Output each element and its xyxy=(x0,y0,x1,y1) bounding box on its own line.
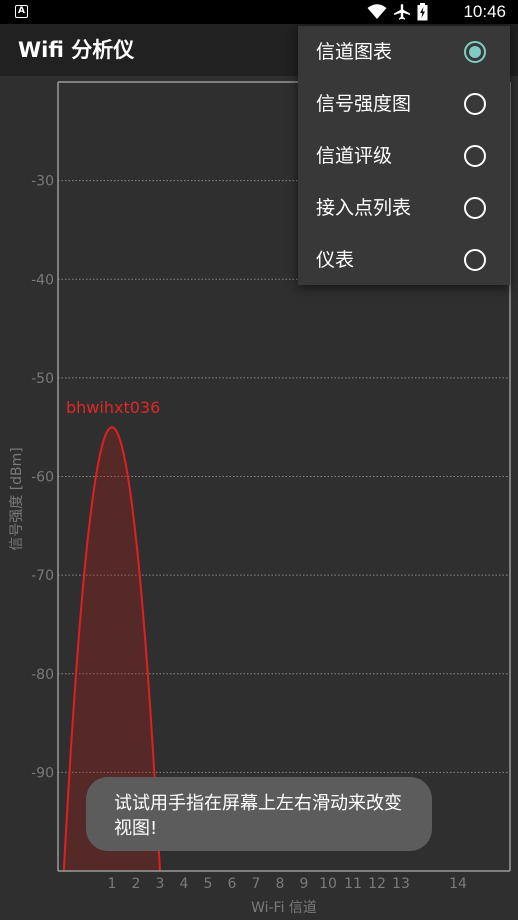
x-tick-label: 6 xyxy=(228,876,237,892)
status-icons xyxy=(367,3,428,21)
y-tick-label: -90 xyxy=(31,765,54,781)
y-tick-label: -70 xyxy=(31,568,54,584)
menu-item-label: 信道评级 xyxy=(316,145,393,167)
menu-item-signal-strength[interactable]: 信号强度图 xyxy=(298,78,510,130)
y-tick-label: -50 xyxy=(31,371,54,387)
x-tick-label: 7 xyxy=(252,876,261,892)
y-axis-label: 信号强度 [dBm] xyxy=(9,447,25,551)
y-axis-ticks: -30 -40 -50 -60 -70 -80 -90 xyxy=(31,174,54,782)
battery-icon xyxy=(417,3,428,21)
airplane-icon xyxy=(394,4,410,20)
x-tick-label: 2 xyxy=(132,876,141,892)
x-tick-label: 3 xyxy=(156,876,165,892)
menu-item-label: 仪表 xyxy=(316,249,355,271)
menu-item-label: 信号强度图 xyxy=(316,93,412,115)
y-tick-label: -30 xyxy=(31,174,54,190)
app-title: Wifi 分析仪 xyxy=(18,38,135,62)
radio-button-icon[interactable] xyxy=(464,41,486,63)
status-time: 10:46 xyxy=(463,2,506,21)
menu-item-channel-rating[interactable]: 信道评级 xyxy=(298,130,510,182)
wifi-icon xyxy=(367,4,387,19)
x-tick-label: 12 xyxy=(368,876,386,892)
menu-item-label: 接入点列表 xyxy=(316,197,412,219)
y-tick-label: -40 xyxy=(31,272,54,288)
x-tick-label: 13 xyxy=(392,876,410,892)
x-tick-label: 14 xyxy=(449,876,467,892)
x-tick-label: 4 xyxy=(180,876,189,892)
radio-button-icon[interactable] xyxy=(464,249,486,271)
android-app-icon: A xyxy=(15,5,28,18)
x-tick-label: 10 xyxy=(319,876,337,892)
menu-item-ap-list[interactable]: 接入点列表 xyxy=(298,182,510,234)
x-axis-label: Wi-Fi 信道 xyxy=(251,900,317,916)
series-label: bhwihxt036 xyxy=(66,398,160,417)
status-bar: A 10:46 xyxy=(0,0,518,24)
x-tick-label: 5 xyxy=(204,876,213,892)
x-tick-label: 1 xyxy=(108,876,117,892)
view-menu: 信道图表 信号强度图 信道评级 接入点列表 仪表 xyxy=(298,26,510,285)
toast-message: 试试用手指在屏幕上左右滑动来改变视图! xyxy=(86,777,432,851)
y-tick-label: -80 xyxy=(31,667,54,683)
x-tick-label: 8 xyxy=(276,876,285,892)
radio-button-icon[interactable] xyxy=(464,197,486,219)
menu-item-meter[interactable]: 仪表 xyxy=(298,234,510,286)
menu-item-label: 信道图表 xyxy=(316,41,393,63)
y-tick-label: -60 xyxy=(31,470,54,486)
menu-item-channel-graph[interactable]: 信道图表 xyxy=(298,26,510,78)
radio-button-icon[interactable] xyxy=(464,145,486,167)
radio-button-icon[interactable] xyxy=(464,93,486,115)
x-tick-label: 11 xyxy=(344,876,362,892)
x-axis-ticks: 1 2 3 4 5 6 7 8 9 10 11 12 13 14 xyxy=(108,876,467,892)
x-tick-label: 9 xyxy=(300,876,309,892)
